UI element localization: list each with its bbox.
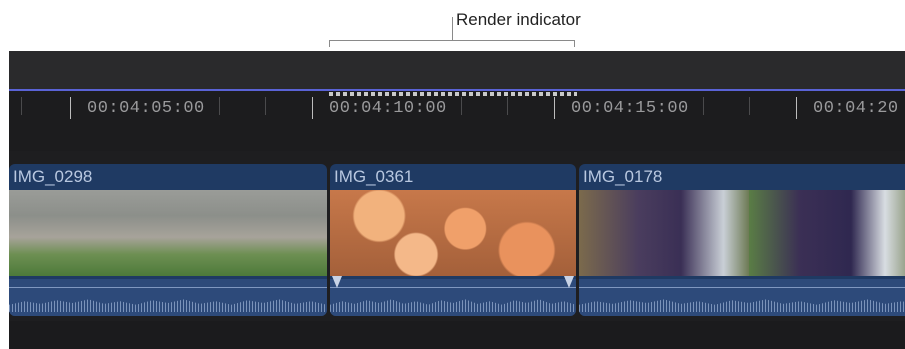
clip-title: IMG_0361 bbox=[334, 167, 414, 186]
clip-img-0298[interactable]: IMG_0298 bbox=[9, 164, 327, 316]
clip-filmstrip bbox=[330, 190, 576, 276]
waveform-graphic bbox=[9, 299, 327, 312]
waveform-graphic bbox=[579, 299, 905, 312]
ruler-tick bbox=[21, 97, 22, 115]
ruler-tick-major bbox=[70, 97, 71, 119]
waveform-graphic bbox=[330, 299, 576, 312]
clip-img-0178[interactable]: IMG_0178 bbox=[579, 164, 905, 316]
clip-filmstrip bbox=[579, 190, 905, 276]
volume-line bbox=[579, 287, 905, 288]
clip-title: IMG_0298 bbox=[13, 167, 93, 186]
clip-title: IMG_0178 bbox=[583, 167, 663, 186]
audio-waveform bbox=[579, 279, 905, 316]
audio-waveform bbox=[9, 279, 327, 316]
callout-bracket bbox=[329, 40, 575, 47]
timeline: 00:04:05:00 00:04:10:00 00:04:15:00 00:0… bbox=[9, 51, 905, 349]
volume-line bbox=[330, 287, 576, 288]
timecode-label: 00:04:10:00 bbox=[329, 99, 447, 118]
ruler-tick bbox=[507, 97, 508, 115]
callout-stem bbox=[452, 17, 453, 40]
timeline-lower-area bbox=[9, 321, 905, 349]
ruler-tick bbox=[749, 97, 750, 115]
volume-line bbox=[9, 287, 327, 288]
ruler-tick bbox=[219, 97, 220, 115]
thumbnail-image bbox=[168, 190, 327, 276]
timecode-label: 00:04:05:00 bbox=[87, 99, 205, 118]
thumbnail-image bbox=[749, 190, 905, 276]
render-indicator-bar bbox=[329, 92, 577, 96]
ruler-tick bbox=[703, 97, 704, 115]
ruler-tick bbox=[265, 97, 266, 115]
clip-filmstrip bbox=[9, 190, 327, 276]
render-indicator-callout: Render indicator bbox=[0, 0, 905, 50]
audio-waveform bbox=[330, 279, 576, 316]
ruler-tick-major bbox=[554, 97, 555, 119]
thumbnail-image bbox=[330, 190, 576, 276]
clip-img-0361[interactable]: IMG_0361 bbox=[330, 164, 576, 316]
timeline-ruler[interactable]: 00:04:05:00 00:04:10:00 00:04:15:00 00:0… bbox=[9, 91, 905, 151]
timeline-header bbox=[9, 51, 905, 89]
ruler-tick-major bbox=[312, 97, 313, 119]
thumbnail-image bbox=[579, 190, 749, 276]
render-indicator-label: Render indicator bbox=[456, 10, 581, 29]
ruler-tick-major bbox=[796, 97, 797, 119]
ruler-tick bbox=[461, 97, 462, 115]
timecode-label: 00:04:20 bbox=[813, 99, 899, 118]
thumbnail-image bbox=[9, 190, 168, 276]
timecode-label: 00:04:15:00 bbox=[571, 99, 689, 118]
